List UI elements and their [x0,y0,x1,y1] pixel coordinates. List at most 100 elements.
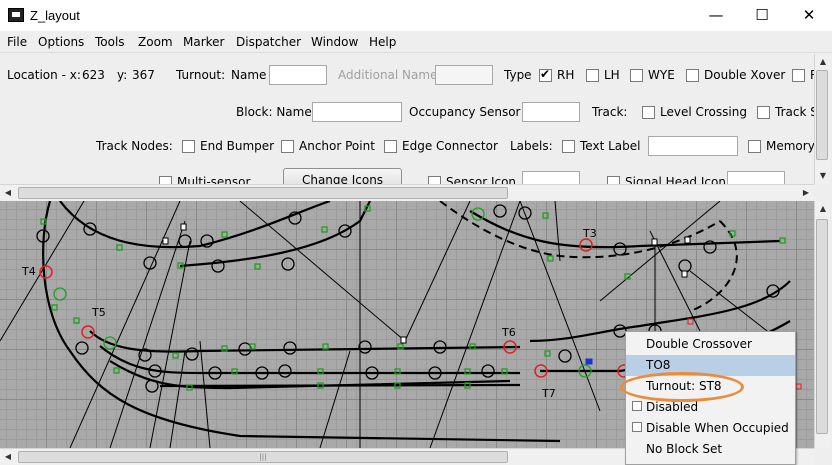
menu-item-disable-when-occupied[interactable]: Disable When Occupied [626,418,795,439]
minimize-button[interactable]: — [693,0,739,31]
sensor-icon-input[interactable] [522,171,580,184]
type-rh-checkbox[interactable] [539,67,552,82]
app-icon [8,8,24,22]
anchor-point [113,367,120,374]
level-crossing-checkbox[interactable] [642,106,655,119]
canvas-hscroll-thumb[interactable]: ||| [18,451,508,463]
menu-options[interactable]: Options [38,35,84,49]
track-segment [199,201,331,248]
end-bumper [684,236,691,244]
type-double-xover-checkbox[interactable] [686,69,699,82]
occupancy-sensor-input[interactable] [522,102,580,122]
track-segment [109,360,511,390]
track-segment-label: Track S [775,105,814,119]
anchor-point [73,317,80,324]
edit-toolbar: Location - x: 623 y: 367 Turnout: Name A… [0,54,814,184]
scroll-down-arrow-icon[interactable]: ▼ [815,168,831,184]
anchor-point [322,343,329,350]
green-turnout-circle [53,287,67,301]
occupancy-sensor-label: Occupancy Sensor [409,105,521,119]
menu-window[interactable]: Window [311,35,358,49]
edge-connector-checkbox[interactable] [384,140,397,153]
multi-sensor-checkbox[interactable] [159,176,172,184]
track-nodes-label: Track Nodes: [96,139,173,153]
memory-checkbox[interactable] [748,140,761,153]
track-node [481,364,495,378]
toolbar-horizontal-scrollbar[interactable]: ◀ ▶ [0,184,814,200]
anchor-point [51,304,58,311]
toolbar-vertical-scrollbar[interactable]: ▲ ▼ [814,54,830,184]
toolbar-hscroll-thumb[interactable] [18,187,508,199]
type-lh-checkbox[interactable] [586,69,599,82]
turnout-label-t5: T5 [91,306,106,319]
menu-item-double-crossover[interactable]: Double Crossover [626,334,795,355]
end-bumper-label: End Bumper [200,139,275,153]
disabled-label: Disabled [646,400,699,414]
scroll-left-arrow-icon[interactable]: ◀ [0,185,16,201]
anchor-point-checkbox[interactable] [281,140,294,153]
menu-help[interactable]: Help [369,35,396,49]
anchor-point-label: Anchor Point [299,139,375,153]
close-button[interactable]: ✕ [786,0,832,31]
turnout-label-t3: T3 [582,227,597,240]
window-title: Z_layout [30,8,80,23]
menu-file[interactable]: File [7,35,27,49]
track-segment [159,383,521,388]
end-bumper [400,336,407,344]
signal-head-icon-checkbox[interactable] [607,176,620,184]
scroll-right-arrow-icon[interactable]: ▶ [798,185,814,201]
menu-zoom[interactable]: Zoom [138,35,173,49]
track-line [169,350,186,448]
turnout-label-t4: T4 [21,265,36,278]
anchor-point [116,244,123,251]
turnout-name-label: Name [231,68,267,82]
signal-head-icon-label: Signal Head Icon [625,175,726,184]
toolbar-vscroll-thumb[interactable] [816,70,828,160]
type-label: Type [504,68,532,82]
level-crossing-label: Level Crossing [660,105,747,119]
disable-when-occupied-checkbox[interactable] [632,422,642,432]
change-icons-button[interactable]: Change Icons [283,168,402,184]
scroll-up-arrow-icon[interactable]: ▲ [815,54,831,70]
canvas-scroll-left-arrow-icon[interactable]: ◀ [0,449,16,465]
block-name-input[interactable] [312,102,402,122]
sensor-icon-checkbox[interactable] [428,176,441,184]
turnout-label-t7: T7 [541,387,556,400]
anchor-point [254,263,261,270]
text-label-checkbox[interactable] [562,140,575,153]
text-label-input[interactable] [648,136,738,156]
end-bumper [681,270,688,278]
menu-item-no-block-set[interactable]: No Block Set [626,439,795,460]
canvas-vertical-scrollbar[interactable]: ▲ [814,201,830,448]
type-lh-label: LH [604,68,620,82]
type-r-checkbox[interactable] [792,69,805,82]
menu-marker[interactable]: Marker [183,35,224,49]
track-line [554,201,561,262]
type-wye-checkbox[interactable] [630,69,643,82]
end-bumper [162,237,169,245]
end-bumper-checkbox[interactable] [182,140,195,153]
title-bar: Z_layout — ☐ ✕ [0,0,832,31]
disabled-checkbox[interactable] [632,401,642,411]
maximize-button[interactable]: ☐ [739,0,785,31]
menu-tools[interactable]: Tools [95,35,125,49]
type-wye-label: WYE [648,68,675,82]
anchor-point [321,226,328,233]
additional-name-input[interactable] [435,65,493,85]
app-window: Z_layout — ☐ ✕ File Options Tools Zoom M… [0,0,832,465]
edge-connector [795,383,802,390]
disable-when-occupied-label: Disable When Occupied [646,421,789,435]
track-node [283,341,297,355]
end-bumper [651,238,658,246]
signal-head-icon-input[interactable] [727,171,785,184]
canvas-scroll-up-arrow-icon[interactable]: ▲ [815,201,831,217]
menu-bar: File Options Tools Zoom Marker Dispatche… [0,31,832,53]
track-segment [179,201,371,268]
menu-dispatcher[interactable]: Dispatcher [236,35,301,49]
turnout-name-input[interactable] [269,65,327,85]
text-label-label: Text Label [580,139,641,153]
track-segment-checkbox[interactable] [757,106,770,119]
turnout-label-t6: T6 [501,326,516,339]
canvas-vscroll-thumb[interactable] [816,219,828,434]
multi-sensor-label: Multi-sensor [177,175,251,184]
